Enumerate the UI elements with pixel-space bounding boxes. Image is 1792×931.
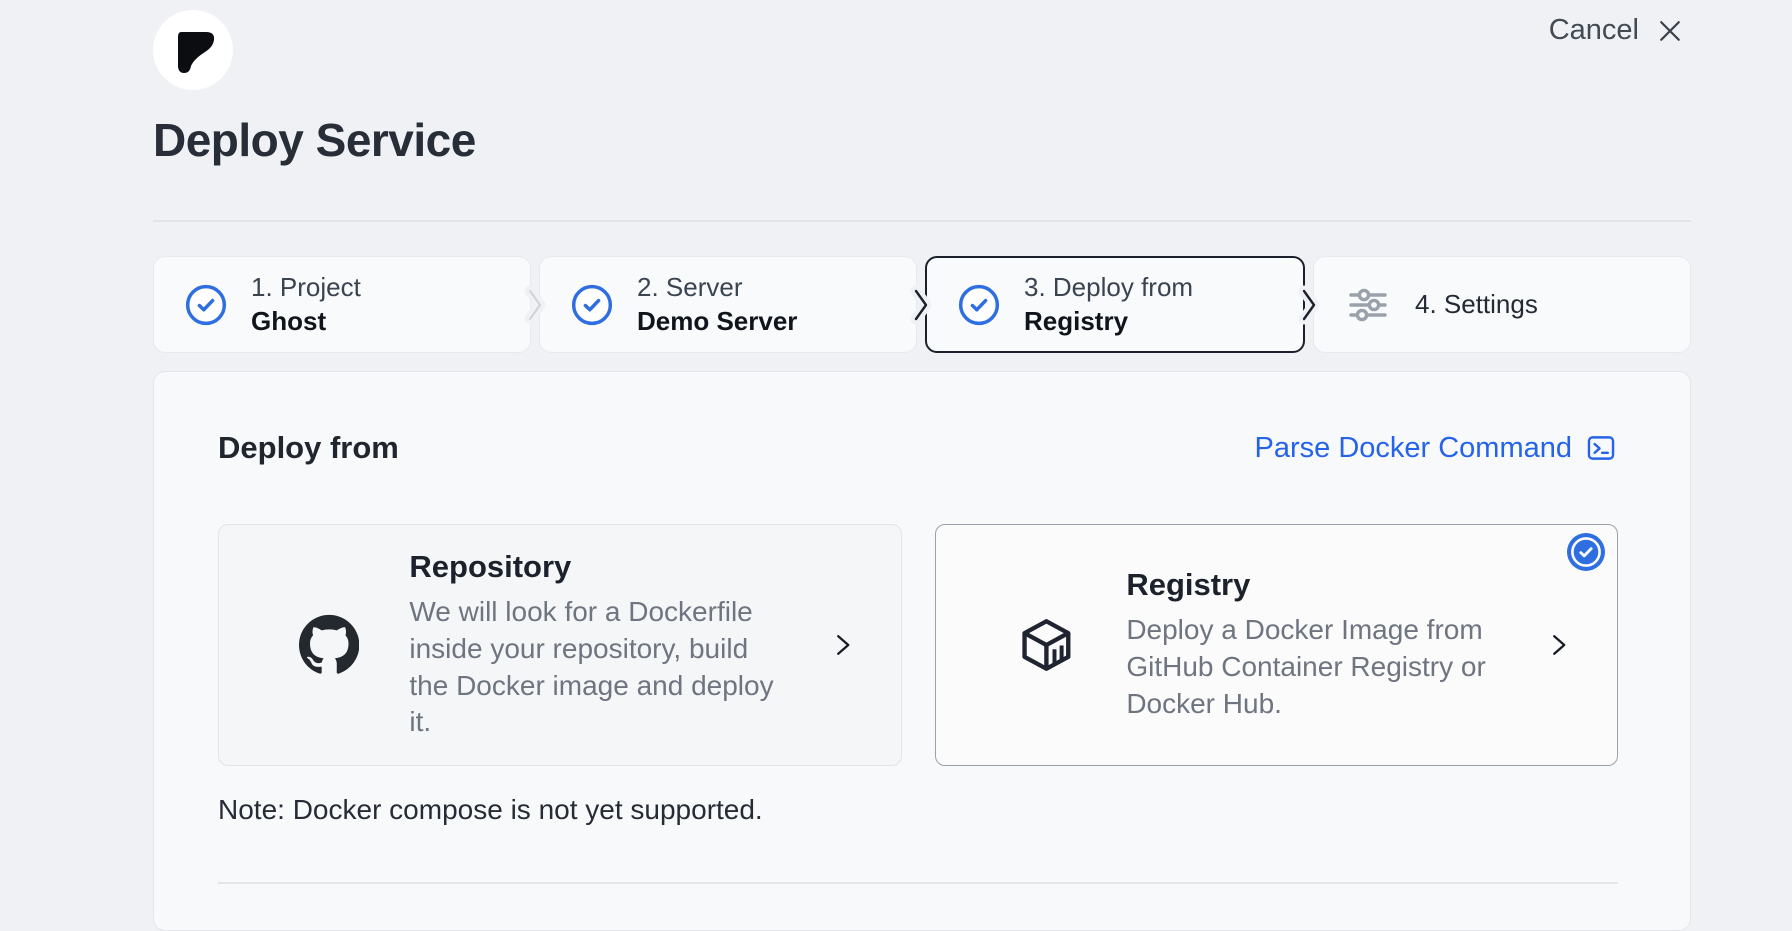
repository-option-card[interactable]: Repository We will look for a Dockerfile… xyxy=(218,524,902,766)
step-server[interactable]: 2. Server Demo Server xyxy=(539,256,917,353)
section-title: Deploy from xyxy=(218,430,399,466)
option-description: Deploy a Docker Image from GitHub Contai… xyxy=(1126,612,1493,723)
cancel-button[interactable]: Cancel xyxy=(1549,14,1685,47)
option-title: Registry xyxy=(1126,567,1493,603)
check-circle-icon xyxy=(957,283,1001,327)
deploy-service-dialog: Cancel Deploy Service 1. Project Ghost xyxy=(153,0,1691,931)
check-badge-icon xyxy=(1567,533,1605,571)
chevron-right-icon xyxy=(531,256,539,353)
panel-divider xyxy=(218,882,1618,884)
option-description: We will look for a Dockerfile inside you… xyxy=(409,594,776,742)
compose-note: Note: Docker compose is not yet supporte… xyxy=(218,794,1618,826)
wizard-stepper: 1. Project Ghost 2. Server Demo Server xyxy=(153,256,1691,353)
package-icon xyxy=(1016,612,1077,678)
registry-option-card[interactable]: Registry Deploy a Docker Image from GitH… xyxy=(935,524,1619,766)
check-circle-icon xyxy=(184,283,228,327)
step-settings[interactable]: 4. Settings xyxy=(1313,256,1691,353)
step-label: 2. Server xyxy=(637,272,797,303)
chevron-right-icon xyxy=(1543,630,1573,660)
deploy-source-options: Repository We will look for a Dockerfile… xyxy=(218,524,1618,766)
step-value: Registry xyxy=(1024,306,1193,337)
deploy-from-panel: Deploy from Parse Docker Command Reposit… xyxy=(153,371,1691,931)
chevron-right-icon xyxy=(1305,256,1313,353)
brand-logo xyxy=(153,10,233,90)
check-circle-icon xyxy=(570,283,614,327)
chevron-right-icon xyxy=(917,256,925,353)
step-label: 4. Settings xyxy=(1415,289,1538,320)
step-deploy-from[interactable]: 3. Deploy from Registry xyxy=(925,256,1305,353)
parse-docker-command-link[interactable]: Parse Docker Command xyxy=(1255,431,1619,465)
github-icon xyxy=(299,608,359,682)
step-project[interactable]: 1. Project Ghost xyxy=(153,256,531,353)
close-icon xyxy=(1655,16,1685,46)
step-label: 1. Project xyxy=(251,272,361,303)
step-value: Demo Server xyxy=(637,306,797,337)
terminal-icon xyxy=(1584,431,1618,465)
chevron-right-icon xyxy=(827,630,857,660)
header-divider xyxy=(153,220,1691,222)
option-title: Repository xyxy=(409,549,776,585)
step-label: 3. Deploy from xyxy=(1024,272,1193,303)
page-title: Deploy Service xyxy=(153,113,1691,167)
sliders-icon xyxy=(1344,281,1392,329)
parse-docker-command-label: Parse Docker Command xyxy=(1255,432,1573,465)
cancel-label: Cancel xyxy=(1549,14,1639,47)
step-value: Ghost xyxy=(251,306,361,337)
